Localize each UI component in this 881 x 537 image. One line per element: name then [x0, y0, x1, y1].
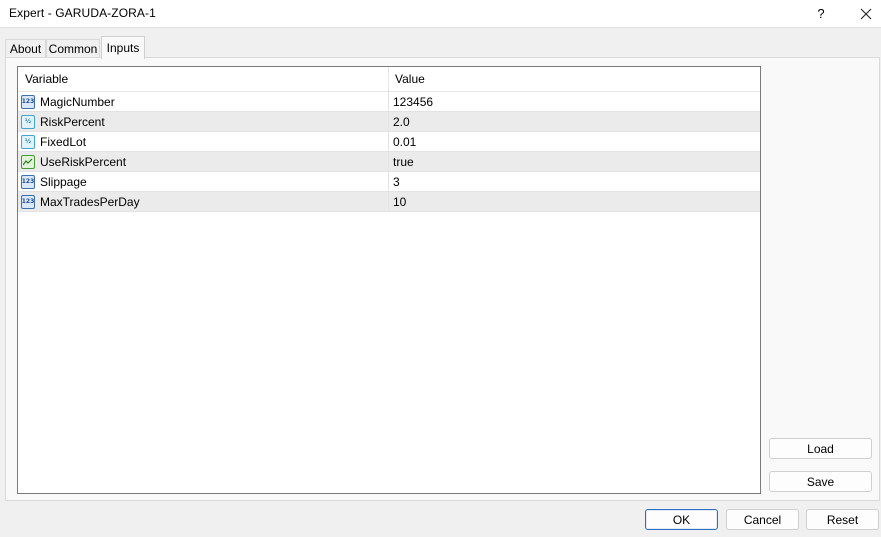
variable-cell: UseRiskPercent [18, 152, 389, 171]
tab-common[interactable]: Common [46, 39, 100, 58]
variable-cell: 123 MagicNumber [18, 92, 389, 111]
table-row[interactable]: UseRiskPercent true [18, 152, 760, 172]
integer-type-icon: 123 [21, 174, 35, 189]
double-type-icon: ½ [21, 134, 35, 149]
column-header-variable[interactable]: Variable [18, 67, 389, 91]
variable-name: MaxTradesPerDay [40, 194, 140, 209]
ok-button[interactable]: OK [645, 509, 718, 530]
integer-type-icon: 123 [21, 94, 35, 109]
help-button[interactable]: ? [806, 0, 836, 27]
variable-name: FixedLot [40, 134, 87, 149]
value-cell[interactable]: 123456 [389, 92, 760, 111]
grid-header: Variable Value [18, 67, 760, 92]
value-cell[interactable]: 10 [389, 192, 760, 211]
tab-inputs[interactable]: Inputs [101, 36, 145, 59]
table-row[interactable]: 123 MaxTradesPerDay 10 [18, 192, 760, 212]
close-icon [860, 8, 871, 19]
cancel-button[interactable]: Cancel [726, 509, 799, 530]
table-row[interactable]: ½ FixedLot 0.01 [18, 132, 760, 152]
table-row[interactable]: ½ RiskPercent 2.0 [18, 112, 760, 132]
table-row[interactable]: 123 Slippage 3 [18, 172, 760, 192]
title-bar: Expert - GARUDA-ZORA-1 ? [0, 0, 881, 28]
value-cell[interactable]: 0.01 [389, 132, 760, 151]
expert-properties-dialog: Expert - GARUDA-ZORA-1 ? About Common In… [0, 0, 881, 537]
value-cell[interactable]: true [389, 152, 760, 171]
variable-name: Slippage [40, 174, 87, 189]
variable-cell: 123 MaxTradesPerDay [18, 192, 389, 211]
integer-type-icon: 123 [21, 194, 35, 209]
boolean-type-icon [21, 154, 35, 169]
table-row[interactable]: 123 MagicNumber 123456 [18, 92, 760, 112]
double-type-icon: ½ [21, 114, 35, 129]
grid-rows: 123 MagicNumber 123456 ½ RiskPercent 2.0… [18, 92, 760, 212]
close-button[interactable] [850, 0, 881, 27]
variable-name: MagicNumber [40, 94, 115, 109]
reset-button[interactable]: Reset [806, 509, 879, 530]
inputs-grid: Variable Value 123 MagicNumber 123456 ½ … [17, 66, 761, 494]
variable-cell: 123 Slippage [18, 172, 389, 191]
column-header-value[interactable]: Value [389, 67, 760, 91]
value-cell[interactable]: 2.0 [389, 112, 760, 131]
window-title: Expert - GARUDA-ZORA-1 [9, 6, 156, 20]
load-button[interactable]: Load [769, 438, 872, 459]
boolean-graph-icon [23, 158, 33, 165]
variable-cell: ½ RiskPercent [18, 112, 389, 131]
variable-name: RiskPercent [40, 114, 105, 129]
variable-cell: ½ FixedLot [18, 132, 389, 151]
variable-name: UseRiskPercent [40, 154, 127, 169]
tab-about[interactable]: About [5, 39, 46, 58]
save-button[interactable]: Save [769, 471, 872, 492]
value-cell[interactable]: 3 [389, 172, 760, 191]
